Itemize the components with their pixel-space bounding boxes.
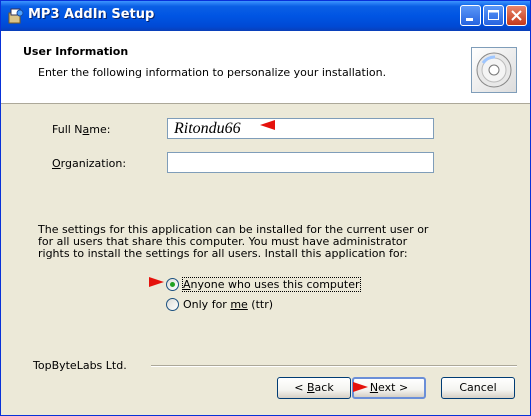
full-name-input[interactable] [168, 119, 433, 138]
organization-input[interactable] [168, 153, 433, 172]
full-name-field[interactable] [167, 118, 434, 139]
radio-only-me-label[interactable]: Only for me (ttr) [183, 298, 273, 311]
radio-button[interactable] [166, 298, 179, 311]
minimize-icon [466, 18, 473, 21]
full-name-label: Full Name: [52, 123, 111, 136]
radio-anyone-label[interactable]: Anyone who uses this computer [182, 277, 361, 292]
footer-divider [151, 365, 517, 367]
radio-selected-dot [170, 282, 175, 287]
company-name: TopByteLabs Ltd. [33, 359, 127, 372]
annotation-arrow [149, 277, 164, 287]
annotation-arrow [260, 120, 275, 130]
title-bar[interactable]: MP3 AddIn Setup [1, 1, 530, 31]
back-button[interactable]: < Back [277, 377, 351, 399]
install-scope-description: The settings for this application can be… [38, 223, 429, 260]
minimize-button[interactable] [460, 5, 481, 26]
organization-label: Organization: [52, 157, 127, 170]
close-button[interactable] [506, 5, 527, 26]
close-icon [511, 10, 522, 21]
installer-app-icon [8, 8, 24, 24]
annotation-arrow [353, 382, 368, 392]
radio-button[interactable] [166, 278, 179, 291]
setup-window: MP3 AddIn Setup User Information Enter t… [0, 0, 531, 416]
window-title: MP3 AddIn Setup [28, 7, 155, 22]
page-subtitle: Enter the following information to perso… [38, 66, 387, 79]
maximize-icon [488, 10, 499, 20]
cd-disc-icon [471, 47, 517, 93]
page-title: User Information [23, 45, 129, 58]
header-banner: User Information Enter the following inf… [1, 31, 530, 104]
cancel-button[interactable]: Cancel [441, 377, 515, 399]
maximize-button[interactable] [483, 5, 504, 26]
organization-field[interactable] [167, 152, 434, 173]
